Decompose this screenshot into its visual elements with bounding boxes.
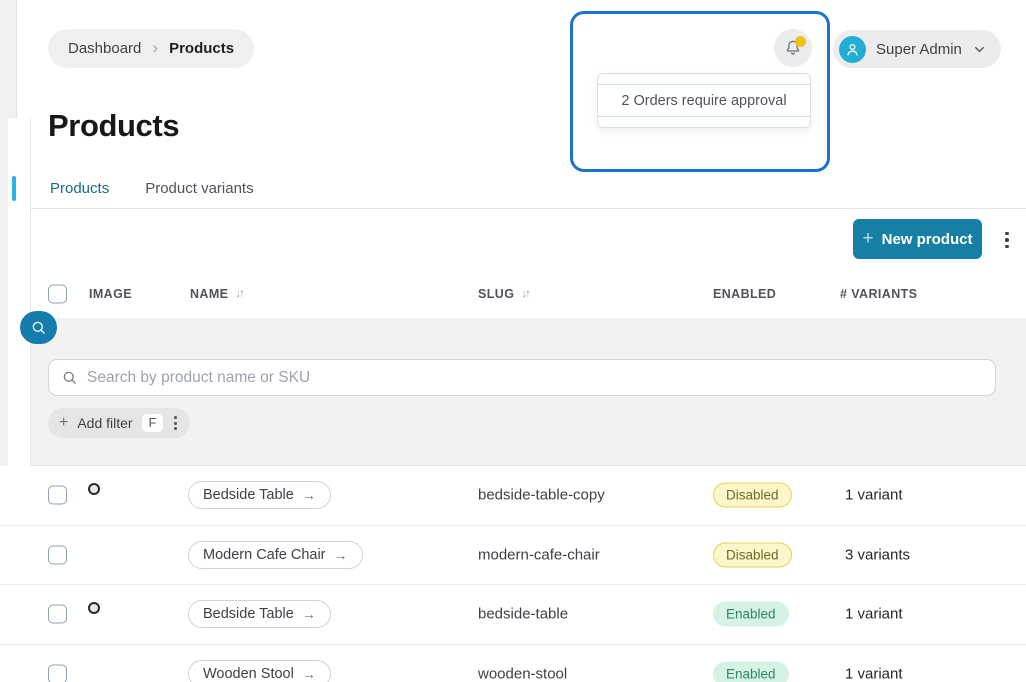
sort-icon[interactable]: ↓↑: [235, 288, 243, 300]
user-name-label: Super Admin: [876, 41, 962, 58]
chevron-right-icon: ›: [152, 39, 158, 56]
status-badge: Enabled: [713, 602, 789, 627]
search-field: [48, 359, 996, 396]
sort-icon[interactable]: ↓↑: [521, 288, 529, 300]
tab-bar: Products Product variants: [31, 176, 1026, 209]
search-input[interactable]: [87, 369, 983, 387]
row-checkbox[interactable]: [48, 486, 67, 505]
arrow-right-icon: →: [334, 547, 348, 563]
column-header-variants: # VARIANTS: [840, 287, 917, 301]
variant-count: 1 variant: [845, 606, 903, 623]
column-header-enabled: ENABLED: [713, 287, 776, 301]
table-body: Bedside Table → bedside-table-copy Disab…: [0, 466, 1026, 682]
breadcrumb: Dashboard › Products: [48, 29, 254, 68]
sidebar-active-indicator: [12, 176, 16, 201]
add-filter-button[interactable]: + Add filter F: [48, 408, 190, 438]
column-header-name: NAME ↓↑: [190, 287, 243, 301]
product-name-link[interactable]: Wooden Stool →: [188, 660, 331, 682]
products-page: Dashboard › Products 2 Orders require ap…: [0, 0, 1026, 682]
user-menu-button[interactable]: Super Admin: [833, 30, 1001, 68]
row-checkbox[interactable]: [48, 545, 67, 564]
page-left-margin-top: [8, 0, 17, 118]
table-row: Modern Cafe Chair → modern-cafe-chair Di…: [0, 526, 1026, 586]
row-checkbox[interactable]: [48, 664, 67, 682]
table-row: Wooden Stool → wooden-stool Enabled 1 va…: [0, 645, 1026, 682]
product-slug: wooden-stool: [478, 665, 567, 682]
avatar: [839, 36, 866, 63]
product-name-label: Modern Cafe Chair: [203, 547, 326, 563]
breadcrumb-products[interactable]: Products: [169, 40, 234, 57]
breadcrumb-dashboard[interactable]: Dashboard: [68, 40, 141, 57]
search-bubble-button[interactable]: [20, 311, 57, 344]
product-name-label: Wooden Stool: [203, 666, 294, 682]
notification-dot: [795, 36, 806, 47]
notification-popup: 2 Orders require approval: [597, 73, 811, 128]
column-header-image: IMAGE: [89, 287, 132, 301]
new-product-button[interactable]: + New product: [853, 219, 982, 259]
search-icon: [61, 369, 78, 386]
product-name-link[interactable]: Modern Cafe Chair →: [188, 541, 363, 569]
plus-icon: +: [59, 415, 68, 431]
arrow-right-icon: →: [302, 606, 316, 622]
arrow-right-icon: →: [302, 666, 316, 682]
table-row: Bedside Table → bedside-table Enabled 1 …: [0, 585, 1026, 645]
product-name-label: Bedside Table: [203, 487, 294, 503]
status-badge: Enabled: [713, 661, 789, 682]
notification-item[interactable]: 2 Orders require approval: [598, 84, 810, 117]
variant-count: 1 variant: [845, 665, 903, 682]
shortcut-key-badge: F: [142, 414, 164, 432]
table-row: Bedside Table → bedside-table-copy Disab…: [0, 466, 1026, 526]
product-name-link[interactable]: Bedside Table →: [188, 600, 331, 628]
page-title: Products: [48, 108, 179, 144]
table-header: IMAGE NAME ↓↑ SLUG ↓↑ ENABLED # VARIANTS: [0, 270, 1026, 318]
new-product-label: New product: [882, 231, 973, 248]
row-checkbox[interactable]: [48, 605, 67, 624]
filter-overflow-menu-button[interactable]: [172, 416, 179, 430]
product-slug: bedside-table-copy: [478, 487, 605, 504]
plus-icon: +: [863, 229, 874, 248]
add-filter-label: Add filter: [77, 415, 132, 431]
tab-products[interactable]: Products: [48, 176, 111, 208]
search-icon: [30, 319, 47, 336]
notifications-button[interactable]: [774, 29, 812, 67]
toolbar-overflow-menu-button[interactable]: [1000, 228, 1014, 252]
variant-count: 3 variants: [845, 546, 910, 563]
chevron-down-icon: [972, 42, 987, 57]
tab-product-variants[interactable]: Product variants: [143, 176, 255, 208]
product-name-link[interactable]: Bedside Table →: [188, 481, 331, 509]
product-slug: bedside-table: [478, 606, 568, 623]
status-badge: Disabled: [713, 483, 792, 508]
arrow-right-icon: →: [302, 487, 316, 503]
status-badge: Disabled: [713, 542, 792, 567]
variant-count: 1 variant: [845, 487, 903, 504]
product-slug: modern-cafe-chair: [478, 546, 600, 563]
product-name-label: Bedside Table: [203, 606, 294, 622]
column-header-slug: SLUG ↓↑: [478, 287, 529, 301]
select-all-checkbox[interactable]: [48, 285, 67, 304]
